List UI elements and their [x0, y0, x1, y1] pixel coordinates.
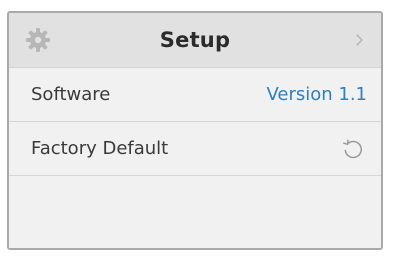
software-row: Software Version 1.1 [9, 68, 381, 122]
setup-header[interactable]: Setup [9, 13, 381, 68]
software-version-value: Version 1.1 [266, 84, 367, 105]
chevron-right-icon[interactable] [353, 29, 367, 51]
empty-area [9, 176, 381, 248]
setup-panel: Setup Software Version 1.1 Factory Defau… [7, 11, 383, 250]
factory-default-label: Factory Default [31, 138, 169, 159]
page-title: Setup [159, 28, 231, 52]
reset-icon[interactable] [341, 137, 365, 161]
software-label: Software [31, 84, 111, 105]
factory-default-row[interactable]: Factory Default [9, 122, 381, 176]
